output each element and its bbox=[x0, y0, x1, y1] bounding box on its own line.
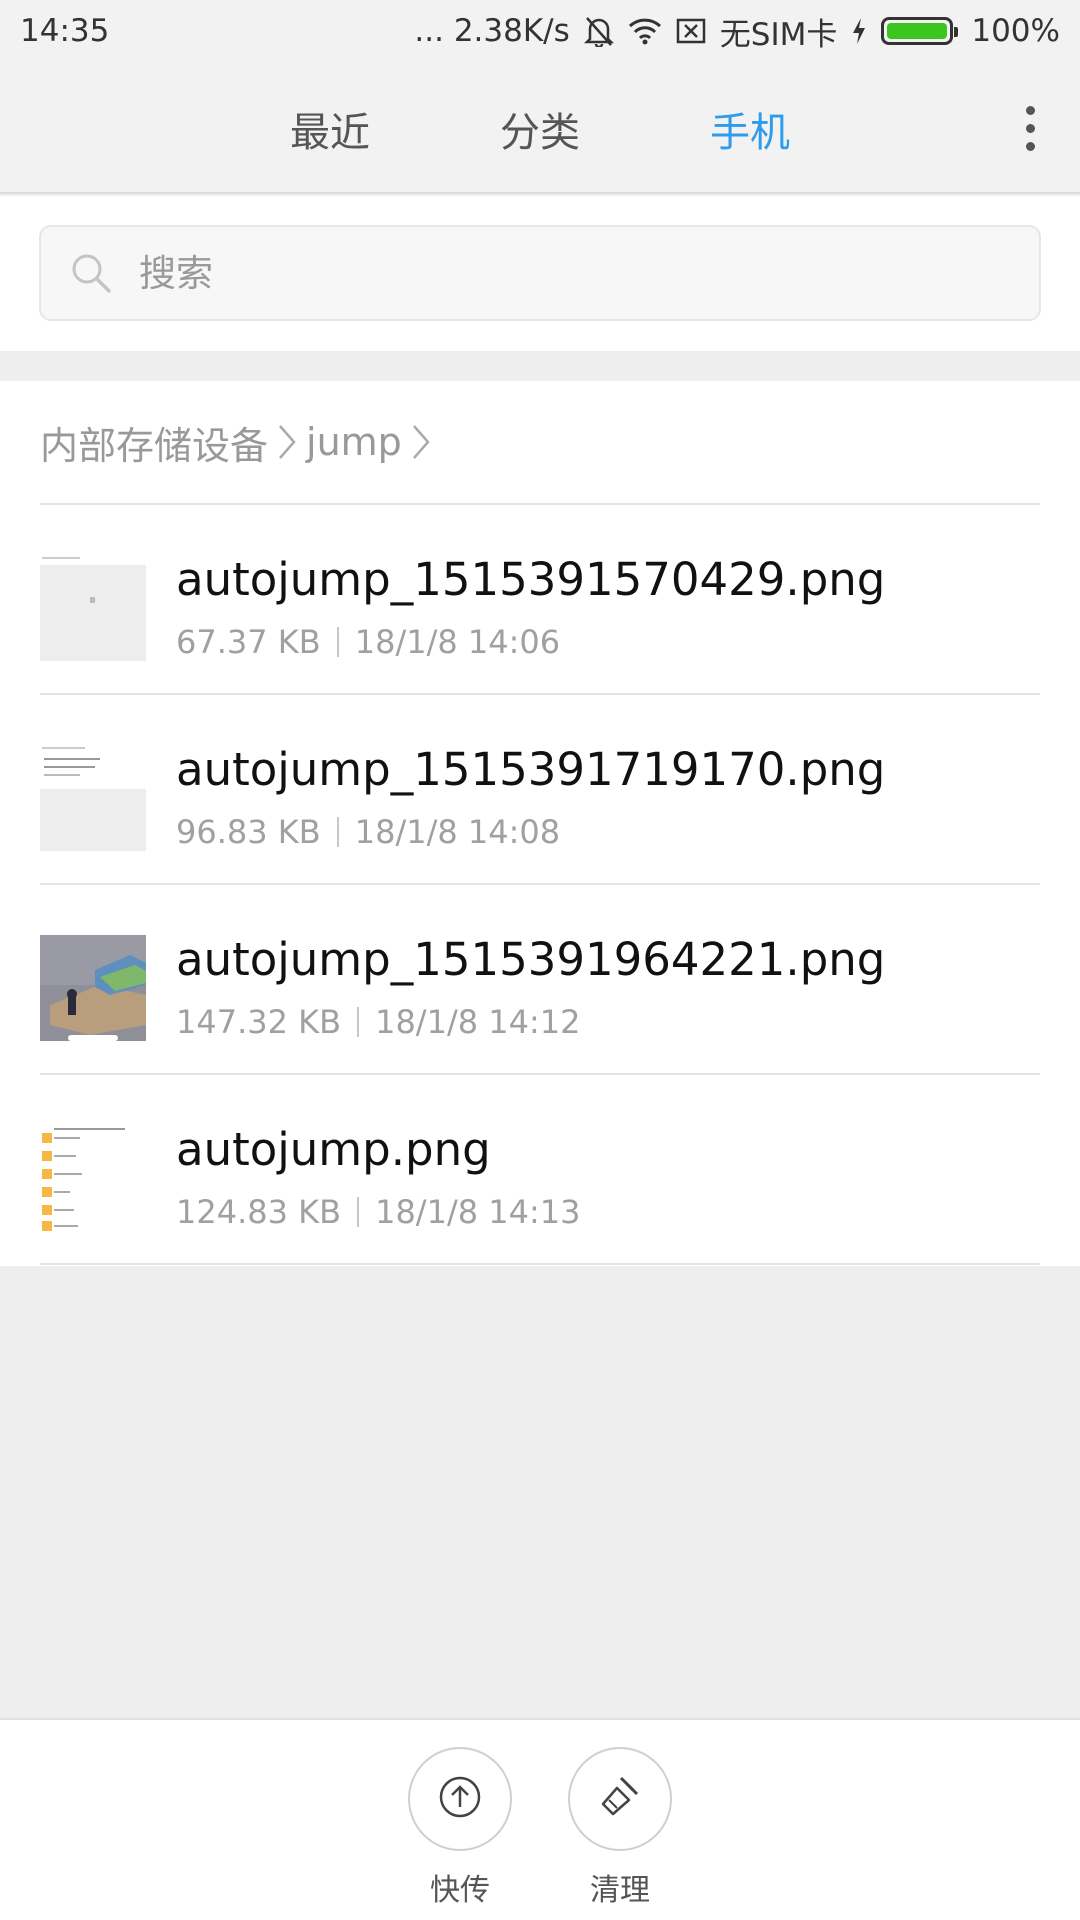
upload-icon bbox=[438, 1775, 482, 1823]
file-row[interactable]: autojump.png 124.83 KB 18/1/8 14:13 bbox=[40, 1075, 1040, 1265]
charging-icon bbox=[851, 17, 867, 45]
meta-divider bbox=[357, 1007, 360, 1037]
network-speed: ... 2.38K/s bbox=[414, 13, 570, 49]
clean-button[interactable]: 清理 bbox=[568, 1747, 672, 1909]
search-section bbox=[0, 196, 1080, 351]
quick-transfer-label: 快传 bbox=[430, 1873, 490, 1908]
sim-status: 无SIM卡 bbox=[719, 16, 838, 53]
file-row[interactable]: autojump_1515391570429.png 67.37 KB 18/1… bbox=[40, 505, 1040, 695]
tab-recent[interactable]: 最近 bbox=[270, 100, 390, 158]
tab-category[interactable]: 分类 bbox=[480, 100, 600, 158]
search-input[interactable] bbox=[139, 251, 939, 295]
file-row[interactable]: autojump_1515391964221.png 147.32 KB 18/… bbox=[40, 885, 1040, 1075]
file-name: autojump_1515391570429.png bbox=[176, 553, 886, 606]
file-thumbnail bbox=[40, 745, 146, 851]
file-date: 18/1/8 14:08 bbox=[354, 813, 561, 851]
clean-label: 清理 bbox=[590, 1873, 650, 1908]
meta-divider bbox=[336, 627, 339, 657]
file-size: 124.83 KB bbox=[176, 1193, 342, 1231]
bottom-action-bar: 快传 清理 bbox=[0, 1718, 1080, 1920]
file-name: autojump_1515391719170.png bbox=[176, 743, 886, 796]
breadcrumb-item-jump[interactable]: jump bbox=[306, 420, 402, 464]
broom-icon bbox=[597, 1774, 643, 1824]
status-icons: ... 2.38K/s 无SIM卡 100% bbox=[414, 9, 1060, 54]
file-thumbnail bbox=[40, 1125, 146, 1231]
more-icon-dot bbox=[1025, 123, 1035, 133]
file-date: 18/1/8 14:12 bbox=[375, 1003, 581, 1041]
file-size: 147.32 KB bbox=[176, 1003, 342, 1041]
file-row[interactable]: autojump_1515391719170.png 96.83 KB 18/1… bbox=[40, 695, 1040, 885]
chevron-right-icon bbox=[410, 422, 432, 462]
status-time: 14:35 bbox=[20, 13, 110, 49]
file-thumbnail bbox=[40, 935, 146, 1041]
file-date: 18/1/8 14:13 bbox=[375, 1193, 581, 1231]
file-name: autojump.png bbox=[176, 1123, 491, 1176]
battery-icon bbox=[881, 17, 959, 45]
file-meta: 67.37 KB 18/1/8 14:06 bbox=[176, 623, 560, 661]
file-meta: 124.83 KB 18/1/8 14:13 bbox=[176, 1193, 580, 1231]
quick-transfer-button[interactable]: 快传 bbox=[408, 1747, 512, 1909]
search-box[interactable] bbox=[39, 225, 1041, 321]
file-thumbnail bbox=[40, 555, 146, 661]
mute-icon bbox=[583, 15, 614, 47]
status-bar: 14:35 ... 2.38K/s 无SIM卡 100% bbox=[0, 0, 1080, 62]
no-sim-icon bbox=[676, 17, 706, 45]
tab-phone[interactable]: 手机 bbox=[690, 100, 810, 158]
wifi-icon bbox=[628, 17, 662, 45]
file-manager-app: 14:35 ... 2.38K/s 无SIM卡 100% 最近 分类 手机 搜索… bbox=[0, 0, 1080, 1920]
breadcrumb: 内部存储设备 jump bbox=[40, 381, 1040, 505]
file-name: autojump_1515391964221.png bbox=[176, 933, 886, 986]
file-date: 18/1/8 14:06 bbox=[354, 623, 561, 661]
more-options-button[interactable] bbox=[1010, 98, 1050, 158]
clean-circle[interactable] bbox=[568, 1747, 672, 1851]
meta-divider bbox=[357, 1197, 360, 1227]
meta-divider bbox=[336, 817, 339, 847]
more-icon-dot bbox=[1025, 105, 1035, 115]
file-size: 67.37 KB bbox=[176, 623, 321, 661]
breadcrumb-item-storage[interactable]: 内部存储设备 bbox=[40, 415, 268, 470]
more-icon-dot bbox=[1025, 141, 1035, 151]
tab-header: 最近 分类 手机 bbox=[0, 62, 1080, 194]
chevron-right-icon bbox=[276, 422, 298, 462]
search-icon bbox=[69, 251, 113, 295]
file-list-panel: 内部存储设备 jump autojump_1515391570429.png 6… bbox=[0, 381, 1080, 1266]
file-meta: 147.32 KB 18/1/8 14:12 bbox=[176, 1003, 580, 1041]
file-size: 96.83 KB bbox=[176, 813, 321, 851]
file-meta: 96.83 KB 18/1/8 14:08 bbox=[176, 813, 560, 851]
battery-percent: 100% bbox=[971, 13, 1060, 49]
quick-transfer-circle[interactable] bbox=[408, 1747, 512, 1851]
